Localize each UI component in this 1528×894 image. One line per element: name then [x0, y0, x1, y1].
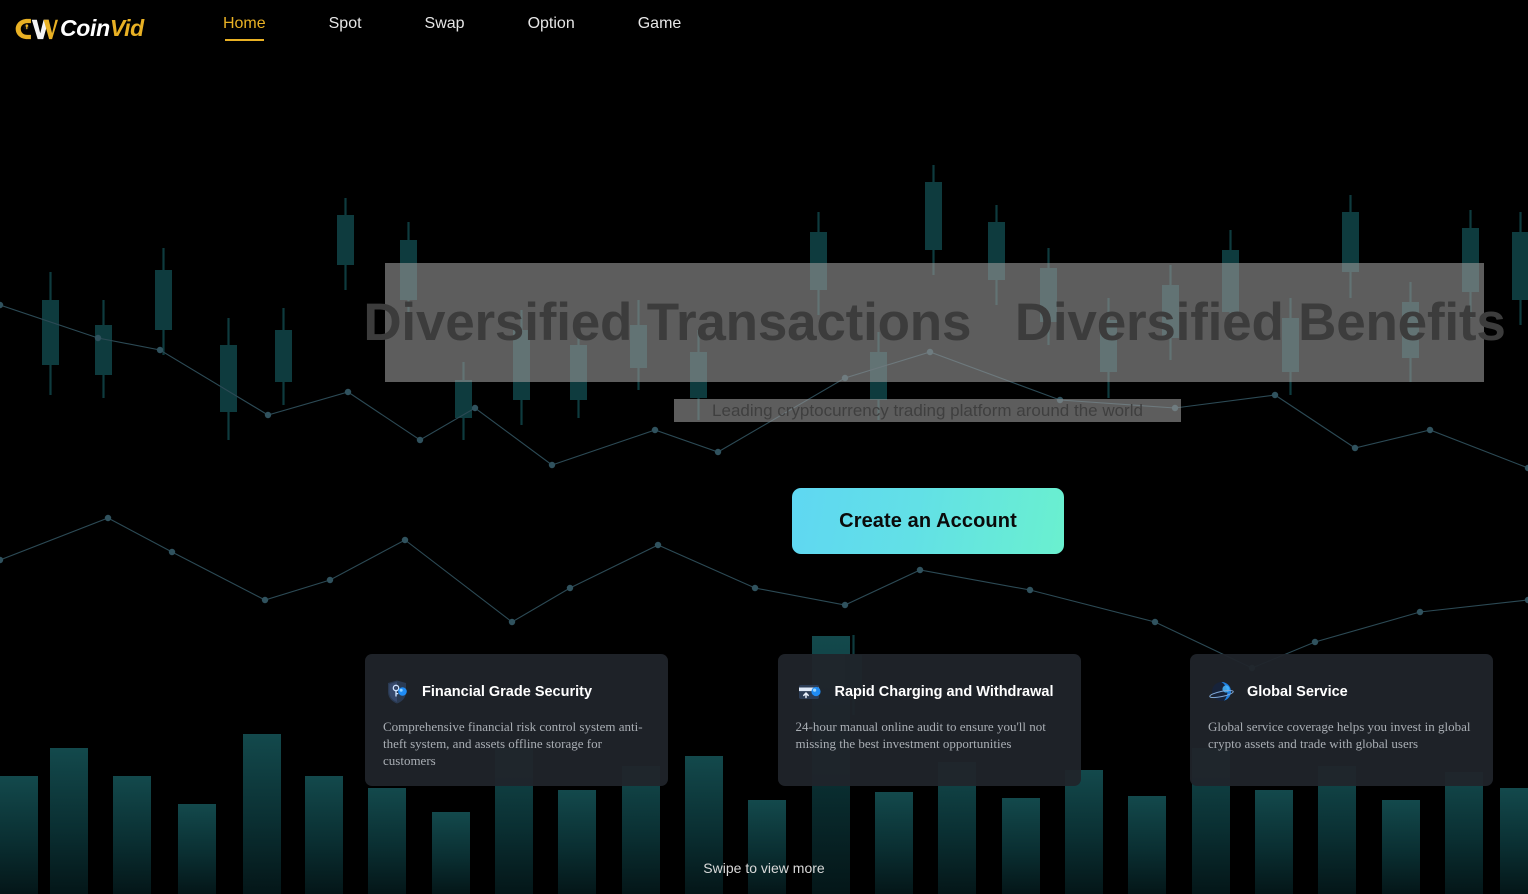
- feature-card-security[interactable]: Financial Grade Security Comprehensive f…: [365, 654, 668, 786]
- feature-card-description: Global service coverage helps you invest…: [1208, 719, 1471, 751]
- nav-item-swap[interactable]: Swap: [425, 16, 465, 41]
- feature-card-header: Financial Grade Security: [383, 680, 650, 704]
- globe-ring-icon: [1209, 682, 1234, 701]
- main-nav: Home Spot Swap Option Game: [223, 16, 681, 41]
- feature-cards: Financial Grade Security Comprehensive f…: [365, 654, 1493, 786]
- nav-item-game[interactable]: Game: [638, 16, 682, 41]
- hero-title-selection-highlight: Diversified Transactions Diversified Ben…: [363, 263, 1506, 382]
- feature-card-description: 24-hour manual online audit to ensure yo…: [795, 719, 1046, 751]
- feature-card-description: Comprehensive financial risk control sys…: [383, 719, 643, 768]
- nav-item-spot[interactable]: Spot: [329, 16, 362, 41]
- brand-logo[interactable]: CoinVid: [14, 9, 144, 49]
- create-account-button[interactable]: Create an Account: [792, 488, 1064, 554]
- hero-title: Diversified Transactions Diversified Ben…: [363, 293, 1506, 352]
- brand-logo-text: CoinVid: [60, 17, 144, 40]
- brand-logo-text-accent: Vid: [109, 15, 144, 41]
- feature-card-charging[interactable]: Rapid Charging and Withdrawal 24-hour ma…: [777, 654, 1081, 786]
- swipe-hint-label: Swipe to view more: [703, 860, 825, 876]
- coinvid-logo-icon: [15, 18, 58, 39]
- hero-section: Diversified Transactions Diversified Ben…: [0, 0, 1528, 894]
- feature-card-header: Rapid Charging and Withdrawal: [796, 680, 1063, 704]
- hero-subtitle: Leading cryptocurrency trading platform …: [712, 401, 1143, 420]
- feature-card-header: Global Service: [1208, 680, 1475, 704]
- hero-subtitle-selection-highlight: Leading cryptocurrency trading platform …: [674, 399, 1181, 422]
- site-header: CoinVid Home Spot Swap Option Game: [0, 0, 1528, 57]
- feature-card-title: Financial Grade Security: [422, 683, 593, 700]
- card-upload-arrow-icon: [798, 685, 821, 699]
- feature-card-title: Rapid Charging and Withdrawal: [834, 683, 1054, 700]
- nav-item-home[interactable]: Home: [223, 16, 266, 41]
- nav-item-option[interactable]: Option: [528, 16, 575, 41]
- feature-card-title: Global Service: [1247, 683, 1348, 700]
- feature-card-global[interactable]: Global Service Global service coverage h…: [1190, 654, 1493, 786]
- shield-key-icon: [388, 680, 407, 704]
- brand-logo-text-primary: Coin: [60, 15, 110, 41]
